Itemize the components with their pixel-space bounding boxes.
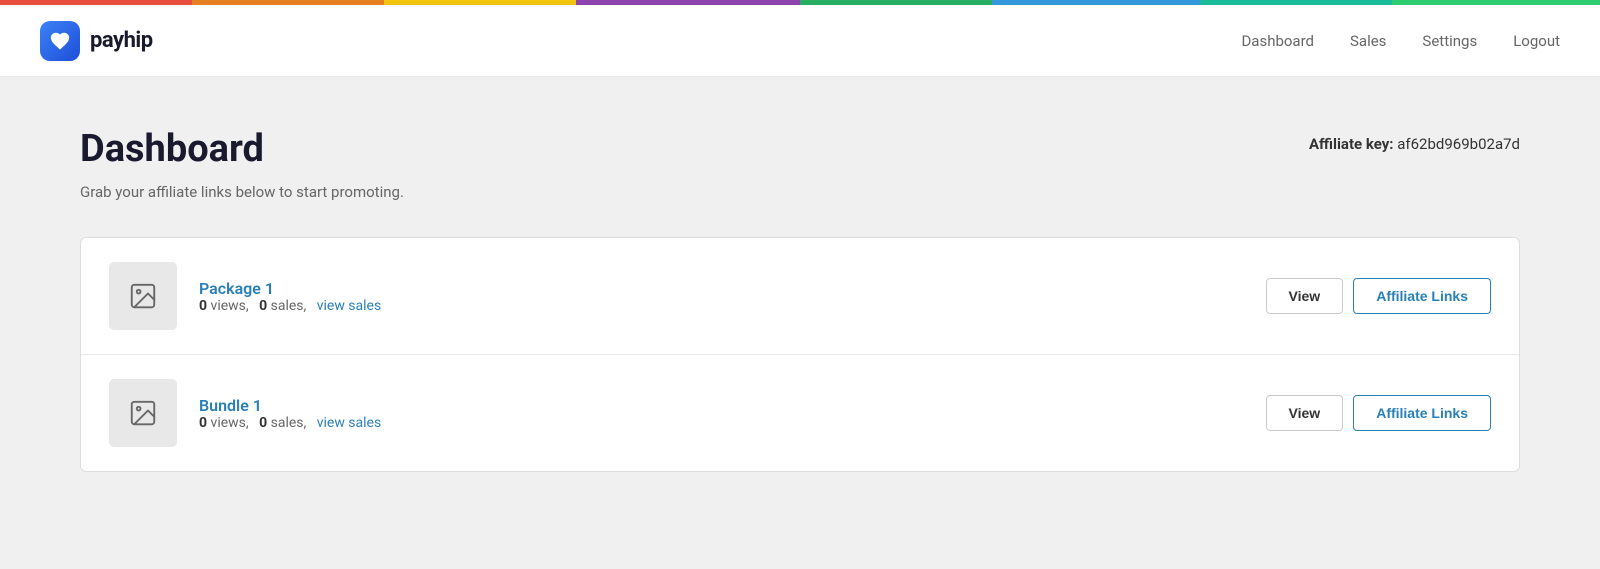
product-row: Bundle 1 0 views, 0 sales, view sales Vi… bbox=[81, 355, 1519, 471]
image-icon bbox=[128, 398, 158, 428]
sales-count: 0 bbox=[259, 298, 267, 314]
views-count: 0 bbox=[199, 298, 207, 314]
nav-sales[interactable]: Sales bbox=[1350, 32, 1386, 50]
product-stats: 0 views, 0 sales, view sales bbox=[199, 298, 1266, 314]
nav-dashboard[interactable]: Dashboard bbox=[1241, 32, 1314, 50]
sales-label: sales, bbox=[271, 415, 314, 431]
product-row: Package 1 0 views, 0 sales, view sales V… bbox=[81, 238, 1519, 355]
product-thumbnail bbox=[109, 379, 177, 447]
logo-icon bbox=[40, 21, 80, 61]
page-title: Dashboard bbox=[80, 127, 404, 171]
view-button[interactable]: View bbox=[1266, 395, 1344, 431]
main-content: Dashboard Grab your affiliate links belo… bbox=[0, 77, 1600, 532]
page-title-block: Dashboard Grab your affiliate links belo… bbox=[80, 127, 404, 201]
header: payhip Dashboard Sales Settings Logout bbox=[0, 5, 1600, 77]
affiliate-links-button[interactable]: Affiliate Links bbox=[1353, 395, 1491, 431]
products-card: Package 1 0 views, 0 sales, view sales V… bbox=[80, 237, 1520, 472]
product-actions: View Affiliate Links bbox=[1266, 395, 1491, 431]
product-stats: 0 views, 0 sales, view sales bbox=[199, 415, 1266, 431]
product-actions: View Affiliate Links bbox=[1266, 278, 1491, 314]
affiliate-key-label: Affiliate key: bbox=[1309, 135, 1394, 153]
sales-label: sales, bbox=[271, 298, 314, 314]
page-subtitle: Grab your affiliate links below to start… bbox=[80, 183, 404, 201]
heart-tag-icon bbox=[49, 30, 71, 52]
affiliate-links-button[interactable]: Affiliate Links bbox=[1353, 278, 1491, 314]
sales-count: 0 bbox=[259, 415, 267, 431]
product-thumbnail bbox=[109, 262, 177, 330]
product-info: Package 1 0 views, 0 sales, view sales bbox=[199, 279, 1266, 314]
product-name[interactable]: Package 1 bbox=[199, 279, 274, 298]
views-label: views, bbox=[211, 415, 256, 431]
view-sales-link[interactable]: view sales bbox=[317, 298, 382, 314]
nav-settings[interactable]: Settings bbox=[1422, 32, 1477, 50]
image-icon bbox=[128, 281, 158, 311]
views-label: views, bbox=[211, 298, 256, 314]
views-count: 0 bbox=[199, 415, 207, 431]
nav-links: Dashboard Sales Settings Logout bbox=[1241, 32, 1560, 50]
nav-logout[interactable]: Logout bbox=[1513, 32, 1560, 50]
affiliate-key-value: af62bd969b02a7d bbox=[1397, 135, 1520, 153]
logo-text: payhip bbox=[90, 28, 153, 53]
product-info: Bundle 1 0 views, 0 sales, view sales bbox=[199, 396, 1266, 431]
view-button[interactable]: View bbox=[1266, 278, 1344, 314]
view-sales-link[interactable]: view sales bbox=[317, 415, 382, 431]
page-header: Dashboard Grab your affiliate links belo… bbox=[80, 127, 1520, 201]
product-name[interactable]: Bundle 1 bbox=[199, 396, 262, 415]
affiliate-key-block: Affiliate key: af62bd969b02a7d bbox=[1309, 127, 1520, 153]
logo-area: payhip bbox=[40, 21, 153, 61]
